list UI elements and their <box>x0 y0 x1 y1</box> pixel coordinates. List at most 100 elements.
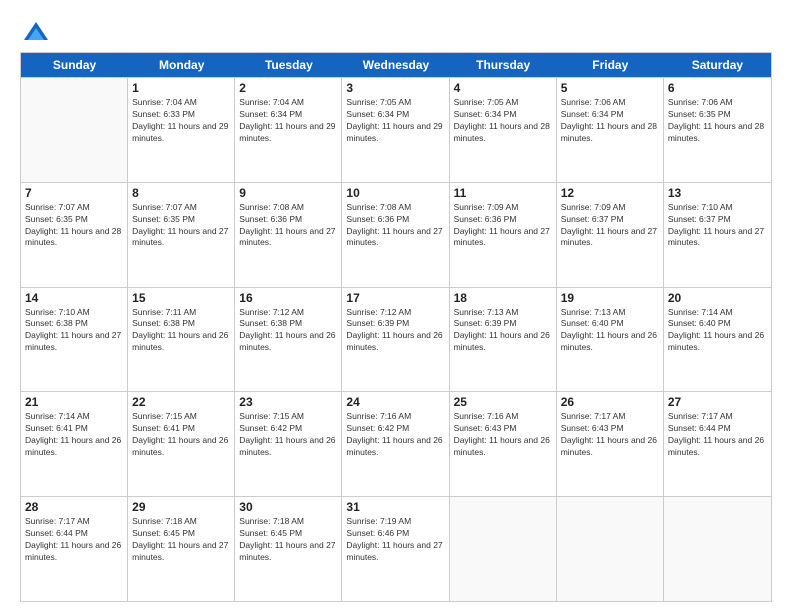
calendar: Sunday Monday Tuesday Wednesday Thursday… <box>20 52 772 602</box>
calendar-cell: 27Sunrise: 7:17 AMSunset: 6:44 PMDayligh… <box>664 392 771 496</box>
day-number: 23 <box>239 395 337 409</box>
day-info: Sunrise: 7:07 AMSunset: 6:35 PMDaylight:… <box>25 202 123 250</box>
week-row-2: 14 Sunrise: 7:10 AMSunset: 6:38 PMDayligh… <box>21 287 771 392</box>
calendar-cell: 22 Sunrise: 7:15 AMSunset: 6:41 PMDayligh… <box>128 392 235 496</box>
day-number: 17 <box>346 291 444 305</box>
calendar-cell: 6 Sunrise: 7:06 AMSunset: 6:35 PMDaylight… <box>664 78 771 182</box>
day-number: 14 <box>25 291 123 305</box>
day-number: 21 <box>25 395 123 409</box>
week-row-1: 7Sunrise: 7:07 AMSunset: 6:35 PMDaylight… <box>21 182 771 287</box>
day-info: Sunrise: 7:17 AMSunset: 6:44 PMDaylight:… <box>668 411 767 459</box>
header-sunday: Sunday <box>21 53 128 77</box>
day-number: 3 <box>346 81 444 95</box>
week-row-3: 21 Sunrise: 7:14 AMSunset: 6:41 PMDayligh… <box>21 391 771 496</box>
logo <box>20 18 50 42</box>
day-info: Sunrise: 7:04 AMSunset: 6:33 PMDaylight:… <box>132 97 230 145</box>
day-info: Sunrise: 7:10 AMSunset: 6:37 PMDaylight:… <box>668 202 767 250</box>
calendar-cell: 9 Sunrise: 7:08 AMSunset: 6:36 PMDaylight… <box>235 183 342 287</box>
day-info: Sunrise: 7:06 AMSunset: 6:34 PMDaylight:… <box>561 97 659 145</box>
day-number: 19 <box>561 291 659 305</box>
day-number: 4 <box>454 81 552 95</box>
day-number: 11 <box>454 186 552 200</box>
calendar-cell: 10 Sunrise: 7:08 AMSunset: 6:36 PMDayligh… <box>342 183 449 287</box>
calendar-cell: 5 Sunrise: 7:06 AMSunset: 6:34 PMDaylight… <box>557 78 664 182</box>
day-number: 24 <box>346 395 444 409</box>
day-info: Sunrise: 7:05 AMSunset: 6:34 PMDaylight:… <box>346 97 444 145</box>
day-info: Sunrise: 7:08 AMSunset: 6:36 PMDaylight:… <box>346 202 444 250</box>
calendar-cell: 19Sunrise: 7:13 AMSunset: 6:40 PMDayligh… <box>557 288 664 392</box>
calendar-cell: 16 Sunrise: 7:12 AMSunset: 6:38 PMDayligh… <box>235 288 342 392</box>
calendar-cell: 8 Sunrise: 7:07 AMSunset: 6:35 PMDaylight… <box>128 183 235 287</box>
calendar-cell: 7Sunrise: 7:07 AMSunset: 6:35 PMDaylight… <box>21 183 128 287</box>
day-info: Sunrise: 7:05 AMSunset: 6:34 PMDaylight:… <box>454 97 552 145</box>
day-info: Sunrise: 7:17 AMSunset: 6:44 PMDaylight:… <box>25 516 123 564</box>
calendar-cell: 31 Sunrise: 7:19 AMSunset: 6:46 PMDayligh… <box>342 497 449 601</box>
calendar-cell: 26 Sunrise: 7:17 AMSunset: 6:43 PMDayligh… <box>557 392 664 496</box>
calendar-cell: 14 Sunrise: 7:10 AMSunset: 6:38 PMDayligh… <box>21 288 128 392</box>
day-number: 31 <box>346 500 444 514</box>
calendar-cell: 12 Sunrise: 7:09 AMSunset: 6:37 PMDayligh… <box>557 183 664 287</box>
calendar-cell: 21 Sunrise: 7:14 AMSunset: 6:41 PMDayligh… <box>21 392 128 496</box>
header <box>20 18 772 42</box>
calendar-cell: 17 Sunrise: 7:12 AMSunset: 6:39 PMDayligh… <box>342 288 449 392</box>
logo-icon <box>22 18 50 46</box>
day-info: Sunrise: 7:14 AMSunset: 6:41 PMDaylight:… <box>25 411 123 459</box>
day-info: Sunrise: 7:09 AMSunset: 6:36 PMDaylight:… <box>454 202 552 250</box>
day-info: Sunrise: 7:19 AMSunset: 6:46 PMDaylight:… <box>346 516 444 564</box>
calendar-cell: 18 Sunrise: 7:13 AMSunset: 6:39 PMDayligh… <box>450 288 557 392</box>
day-number: 12 <box>561 186 659 200</box>
day-number: 8 <box>132 186 230 200</box>
day-info: Sunrise: 7:18 AMSunset: 6:45 PMDaylight:… <box>132 516 230 564</box>
day-info: Sunrise: 7:09 AMSunset: 6:37 PMDaylight:… <box>561 202 659 250</box>
calendar-cell: 25Sunrise: 7:16 AMSunset: 6:43 PMDayligh… <box>450 392 557 496</box>
header-friday: Friday <box>557 53 664 77</box>
calendar-cell: 3 Sunrise: 7:05 AMSunset: 6:34 PMDaylight… <box>342 78 449 182</box>
page: Sunday Monday Tuesday Wednesday Thursday… <box>0 0 792 612</box>
calendar-cell: 1Sunrise: 7:04 AMSunset: 6:33 PMDaylight… <box>128 78 235 182</box>
day-info: Sunrise: 7:07 AMSunset: 6:35 PMDaylight:… <box>132 202 230 250</box>
day-info: Sunrise: 7:14 AMSunset: 6:40 PMDaylight:… <box>668 307 767 355</box>
day-info: Sunrise: 7:16 AMSunset: 6:43 PMDaylight:… <box>454 411 552 459</box>
day-number: 13 <box>668 186 767 200</box>
day-info: Sunrise: 7:15 AMSunset: 6:42 PMDaylight:… <box>239 411 337 459</box>
calendar-cell: 24 Sunrise: 7:16 AMSunset: 6:42 PMDayligh… <box>342 392 449 496</box>
day-number: 26 <box>561 395 659 409</box>
calendar-body: 1Sunrise: 7:04 AMSunset: 6:33 PMDaylight… <box>21 77 771 601</box>
calendar-cell: 2Sunrise: 7:04 AMSunset: 6:34 PMDaylight… <box>235 78 342 182</box>
calendar-cell <box>557 497 664 601</box>
week-row-0: 1Sunrise: 7:04 AMSunset: 6:33 PMDaylight… <box>21 77 771 182</box>
day-info: Sunrise: 7:16 AMSunset: 6:42 PMDaylight:… <box>346 411 444 459</box>
day-info: Sunrise: 7:10 AMSunset: 6:38 PMDaylight:… <box>25 307 123 355</box>
calendar-cell <box>450 497 557 601</box>
day-info: Sunrise: 7:15 AMSunset: 6:41 PMDaylight:… <box>132 411 230 459</box>
day-number: 29 <box>132 500 230 514</box>
day-info: Sunrise: 7:11 AMSunset: 6:38 PMDaylight:… <box>132 307 230 355</box>
day-info: Sunrise: 7:12 AMSunset: 6:39 PMDaylight:… <box>346 307 444 355</box>
day-number: 9 <box>239 186 337 200</box>
day-number: 20 <box>668 291 767 305</box>
calendar-cell: 28Sunrise: 7:17 AMSunset: 6:44 PMDayligh… <box>21 497 128 601</box>
calendar-cell: 20 Sunrise: 7:14 AMSunset: 6:40 PMDayligh… <box>664 288 771 392</box>
day-info: Sunrise: 7:17 AMSunset: 6:43 PMDaylight:… <box>561 411 659 459</box>
week-row-4: 28Sunrise: 7:17 AMSunset: 6:44 PMDayligh… <box>21 496 771 601</box>
day-info: Sunrise: 7:08 AMSunset: 6:36 PMDaylight:… <box>239 202 337 250</box>
calendar-cell: 13 Sunrise: 7:10 AMSunset: 6:37 PMDayligh… <box>664 183 771 287</box>
calendar-cell: 29 Sunrise: 7:18 AMSunset: 6:45 PMDayligh… <box>128 497 235 601</box>
day-info: Sunrise: 7:12 AMSunset: 6:38 PMDaylight:… <box>239 307 337 355</box>
day-number: 22 <box>132 395 230 409</box>
day-number: 5 <box>561 81 659 95</box>
day-number: 2 <box>239 81 337 95</box>
calendar-cell: 23 Sunrise: 7:15 AMSunset: 6:42 PMDayligh… <box>235 392 342 496</box>
header-wednesday: Wednesday <box>342 53 449 77</box>
day-info: Sunrise: 7:06 AMSunset: 6:35 PMDaylight:… <box>668 97 767 145</box>
day-number: 18 <box>454 291 552 305</box>
calendar-cell <box>21 78 128 182</box>
day-number: 6 <box>668 81 767 95</box>
day-number: 15 <box>132 291 230 305</box>
day-number: 30 <box>239 500 337 514</box>
calendar-cell: 30Sunrise: 7:18 AMSunset: 6:45 PMDayligh… <box>235 497 342 601</box>
day-info: Sunrise: 7:13 AMSunset: 6:39 PMDaylight:… <box>454 307 552 355</box>
day-number: 16 <box>239 291 337 305</box>
calendar-cell: 4 Sunrise: 7:05 AMSunset: 6:34 PMDaylight… <box>450 78 557 182</box>
day-number: 10 <box>346 186 444 200</box>
